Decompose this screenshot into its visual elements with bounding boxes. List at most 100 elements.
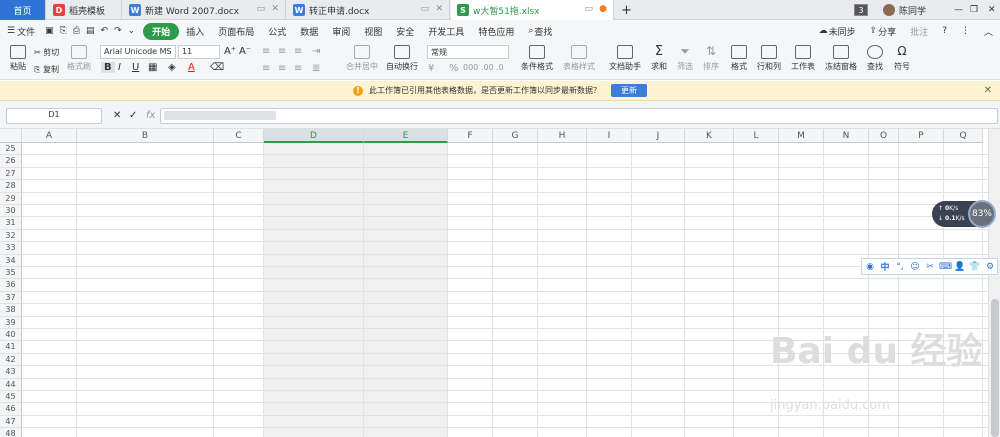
confirm-entry-icon[interactable]: ✓	[129, 110, 137, 121]
format-button[interactable]: 格式	[728, 45, 750, 72]
symbol-button[interactable]: Ω 符号	[891, 45, 913, 72]
thousands-icon[interactable]: 000	[463, 63, 478, 72]
tab-close-icon[interactable]: ✕	[271, 4, 279, 14]
restore-icon[interactable]: ❐	[964, 0, 980, 20]
percent-icon[interactable]: %	[449, 63, 459, 74]
new-tab-button[interactable]: +	[616, 0, 638, 20]
row-header-36[interactable]: 36	[0, 279, 22, 292]
copy-button[interactable]: ⎘ 复制	[34, 64, 59, 75]
align-bottom-icon[interactable]: ≡	[294, 46, 302, 57]
formula-input[interactable]	[160, 108, 998, 124]
filter-button[interactable]: ⏷ 筛选	[674, 45, 696, 72]
column-header-o[interactable]: O	[869, 129, 899, 143]
fx-label[interactable]: fx	[146, 110, 155, 121]
column-header-f[interactable]: F	[448, 129, 493, 143]
column-header-k[interactable]: K	[685, 129, 734, 143]
sync-icon[interactable]: ☁	[812, 26, 829, 36]
align-top-icon[interactable]: ≡	[262, 46, 270, 57]
column-header-b[interactable]: B	[77, 129, 214, 143]
spreadsheet-grid[interactable]: A B C D E F G H I J K L M N O P Q 25 26 27 28 29 30 31 32 33 34 35 3…	[0, 129, 988, 437]
comment-button[interactable]: 批注	[903, 25, 935, 38]
conditional-format-button[interactable]: 条件格式	[518, 45, 556, 72]
column-header-d[interactable]: D	[264, 129, 364, 143]
italic-button[interactable]: I	[118, 62, 121, 73]
row-header-28[interactable]: 28	[0, 180, 22, 193]
format-painter-button[interactable]: 格式刷	[66, 45, 92, 72]
paste-button[interactable]: 粘贴	[6, 45, 30, 72]
row-header-35[interactable]: 35	[0, 267, 22, 280]
row-header-30[interactable]: 30	[0, 205, 22, 218]
tab-close-icon[interactable]: ✕	[435, 4, 443, 14]
select-all-corner[interactable]	[0, 129, 22, 143]
tab-word-new[interactable]: W 新建 Word 2007.docx ▭ ✕	[123, 0, 286, 20]
tab-view[interactable]: 视图	[357, 25, 389, 38]
quick-more-icon[interactable]: ⌄	[125, 26, 144, 36]
row-header-46[interactable]: 46	[0, 403, 22, 416]
worksheet-button[interactable]: 工作表	[789, 45, 817, 72]
font-shrink-icon[interactable]: A⁻	[239, 46, 251, 57]
share-button[interactable]: 分享	[878, 25, 903, 38]
tab-formula[interactable]: 公式	[261, 25, 293, 38]
row-header-42[interactable]: 42	[0, 353, 22, 367]
keyboard-icon[interactable]: ⌨	[939, 262, 952, 272]
column-header-c[interactable]: C	[214, 129, 264, 143]
column-header-g[interactable]: G	[493, 129, 538, 143]
row-header-48[interactable]: 48	[0, 428, 22, 437]
tab-security[interactable]: 安全	[389, 25, 421, 38]
underline-button[interactable]: U	[132, 62, 139, 73]
share-icon[interactable]: ⇪	[863, 26, 879, 36]
skin-icon[interactable]: 👕	[969, 262, 981, 272]
ime-mode[interactable]: 中	[879, 260, 891, 273]
tab-data[interactable]: 数据	[293, 25, 325, 38]
tab-docer[interactable]: D 稻壳模板	[47, 0, 122, 20]
ime-toolbar[interactable]: ◉ 中 °, ☺ ✂ ⌨ 👤 👕 ⚙	[861, 258, 998, 275]
row-header-27[interactable]: 27	[0, 167, 22, 181]
column-header-e[interactable]: E	[364, 129, 448, 143]
align-right-icon[interactable]: ≡	[294, 63, 302, 74]
row-header-34[interactable]: 34	[0, 254, 22, 267]
quick-save-icon[interactable]: ▣	[42, 26, 57, 36]
row-column-button[interactable]: 行和列	[754, 45, 784, 72]
column-header-q[interactable]: Q	[944, 129, 983, 143]
decrease-decimal-icon[interactable]: .0	[496, 63, 504, 72]
indent-icon[interactable]: ⇥	[312, 46, 320, 57]
row-header-29[interactable]: 29	[0, 192, 22, 205]
bold-button[interactable]: B	[101, 62, 115, 73]
row-header-26[interactable]: 26	[0, 155, 22, 168]
emoji-icon[interactable]: ☺	[909, 262, 921, 272]
vertical-scrollbar[interactable]	[988, 129, 1000, 437]
tab-home-ribbon[interactable]: 开始	[143, 22, 180, 40]
tab-minimize-icon[interactable]: ▭	[256, 4, 265, 14]
freeze-panes-button[interactable]: 冻结窗格	[822, 45, 860, 72]
search-icon[interactable]: ⌕	[521, 26, 534, 36]
tab-minimize-icon[interactable]: ▭	[420, 4, 429, 14]
window-count-badge[interactable]: 3	[854, 4, 868, 16]
collapse-ribbon-icon[interactable]: ︿	[977, 25, 1000, 38]
sum-button[interactable]: Σ 求和	[648, 45, 670, 72]
font-grow-icon[interactable]: A⁺	[224, 46, 236, 57]
column-header-i[interactable]: I	[587, 129, 632, 143]
clear-format-icon[interactable]: ⌫	[210, 62, 224, 73]
quick-print-icon[interactable]: ⎙	[70, 26, 83, 36]
row-header-31[interactable]: 31	[0, 217, 22, 230]
doc-helper-button[interactable]: 文档助手	[608, 45, 642, 72]
row-header-33[interactable]: 33	[0, 242, 22, 255]
sync-status[interactable]: 未同步	[829, 25, 863, 38]
row-header-40[interactable]: 40	[0, 329, 22, 342]
row-header-37[interactable]: 37	[0, 291, 22, 305]
menu-file[interactable]: 文件	[17, 25, 42, 38]
close-notification-icon[interactable]: ✕	[984, 85, 992, 96]
tab-home[interactable]: 首页	[0, 0, 46, 20]
tab-minimize-icon[interactable]: ▭	[584, 4, 593, 14]
user-profile[interactable]: 陈同学	[877, 0, 947, 20]
user-icon[interactable]: 👤	[954, 262, 966, 272]
font-family-select[interactable]: Arial Unicode MS	[100, 45, 176, 59]
font-color-button[interactable]: A	[188, 62, 195, 73]
settings-icon[interactable]: ⚙	[984, 262, 996, 272]
column-header-l[interactable]: L	[734, 129, 779, 143]
font-size-select[interactable]: 11	[178, 45, 220, 59]
wrap-text-button[interactable]: 自动换行	[384, 45, 420, 72]
align-left-icon[interactable]: ≡	[262, 63, 270, 74]
column-header-a[interactable]: A	[22, 129, 77, 143]
fill-color-icon[interactable]: ◈	[168, 62, 176, 73]
